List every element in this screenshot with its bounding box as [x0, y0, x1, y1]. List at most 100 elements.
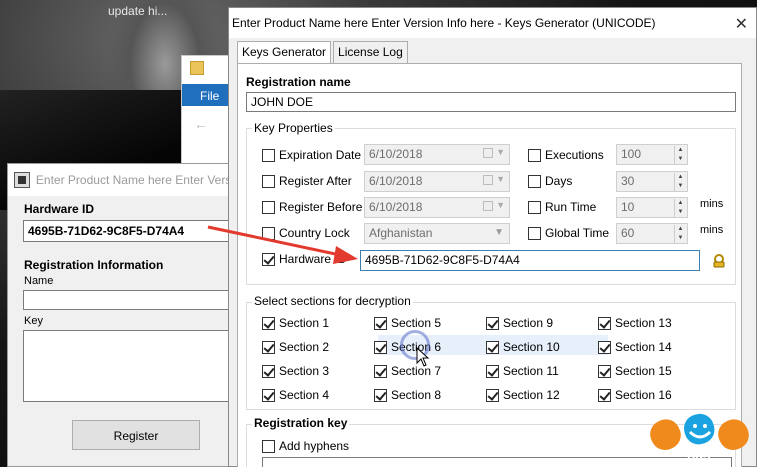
section-checkbox[interactable]: Section 13: [598, 316, 672, 330]
section-checkbox[interactable]: Section 12: [486, 388, 560, 402]
section-checkbox[interactable]: Section 2: [262, 340, 329, 354]
section-checkbox[interactable]: Section 1: [262, 316, 329, 330]
expiration-date-checkbox[interactable]: Expiration Date: [262, 148, 361, 162]
country-lock-checkbox[interactable]: Country Lock: [262, 226, 350, 240]
section-checkbox[interactable]: Section 16: [598, 388, 672, 402]
register-after-value: 6/10/2018: [369, 174, 423, 188]
registration-window[interactable]: Enter Product Name here Enter Versi Hard…: [7, 163, 236, 467]
chevron-down-icon: ▼: [496, 200, 505, 210]
section-label: Section 1: [279, 316, 330, 330]
back-arrow-icon[interactable]: ←: [194, 116, 208, 132]
country-lock-value: Afghanistan: [369, 226, 433, 240]
section-checkbox[interactable]: Section 15: [598, 364, 672, 378]
keygen-titlebar[interactable]: Enter Product Name here Enter Version In…: [229, 8, 756, 38]
section-box[interactable]: [374, 388, 387, 402]
days-checkbox[interactable]: Days: [528, 174, 572, 188]
section-box[interactable]: [598, 340, 611, 354]
section-box[interactable]: [262, 340, 275, 354]
key-icon[interactable]: [711, 253, 727, 269]
section-checkbox[interactable]: Section 5: [374, 316, 441, 330]
expiration-date-picker[interactable]: 6/10/2018 ▼: [364, 144, 510, 165]
country-lock-box[interactable]: [262, 226, 275, 240]
registration-name-label: Registration name: [246, 75, 351, 89]
mouse-pointer-icon: [416, 347, 430, 367]
run-time-box[interactable]: [528, 200, 541, 214]
name-field[interactable]: [23, 290, 236, 310]
key-field[interactable]: [23, 330, 236, 402]
section-checkbox[interactable]: Section 10: [486, 340, 560, 354]
register-before-checkbox[interactable]: Register Before: [262, 200, 362, 214]
register-before-label: Register Before: [279, 200, 363, 214]
section-checkbox[interactable]: Section 8: [374, 388, 441, 402]
global-time-spinner[interactable]: 60 ▲ ▼: [616, 223, 688, 244]
section-box[interactable]: [374, 364, 387, 378]
section-box[interactable]: [598, 316, 611, 330]
tab-keys-generator[interactable]: Keys Generator: [237, 41, 332, 64]
section-checkbox[interactable]: Section 11: [486, 364, 559, 378]
calendar-icon: [483, 148, 493, 158]
days-box[interactable]: [528, 174, 541, 188]
section-label: Section 13: [615, 316, 672, 330]
register-button[interactable]: Register: [72, 420, 200, 450]
name-label: Name: [24, 275, 54, 287]
global-time-checkbox[interactable]: Global Time: [528, 226, 609, 240]
add-hyphens-box[interactable]: [262, 439, 275, 453]
section-checkbox[interactable]: Section 7: [374, 364, 441, 378]
section-box[interactable]: [598, 364, 611, 378]
registration-name-input[interactable]: JOHN DOE: [246, 92, 736, 112]
register-after-box[interactable]: [262, 174, 275, 188]
spinner-arrows-icon[interactable]: ▲ ▼: [674, 225, 686, 243]
run-time-spinner[interactable]: 10 ▲ ▼: [616, 197, 688, 218]
section-box[interactable]: [598, 388, 611, 402]
expiration-date-box[interactable]: [262, 148, 275, 162]
spinner-arrows-icon[interactable]: ▲ ▼: [674, 199, 686, 217]
executions-spinner[interactable]: 100 ▲ ▼: [616, 144, 688, 165]
tab-license-log[interactable]: License Log: [333, 41, 408, 64]
hardware-id-field[interactable]: 4695B-71D62-9C8F5-D74A4: [23, 220, 236, 242]
section-box[interactable]: [374, 316, 387, 330]
country-lock-select[interactable]: Afghanistan ▼: [364, 223, 510, 244]
section-label: Section 16: [615, 388, 672, 402]
section-label: Section 12: [503, 388, 560, 402]
register-after-checkbox[interactable]: Register After: [262, 174, 352, 188]
keys-generator-window[interactable]: Enter Product Name here Enter Version In…: [228, 7, 757, 467]
section-checkbox[interactable]: Section 3: [262, 364, 329, 378]
section-checkbox[interactable]: Section 14: [598, 340, 672, 354]
add-hyphens-label: Add hyphens: [279, 439, 350, 453]
run-time-checkbox[interactable]: Run Time: [528, 200, 596, 214]
executions-checkbox[interactable]: Executions: [528, 148, 604, 162]
run-time-label: Run Time: [545, 200, 597, 214]
folder-icon: [190, 61, 204, 75]
executions-box[interactable]: [528, 148, 541, 162]
spinner-arrows-icon[interactable]: ▲ ▼: [674, 146, 686, 164]
global-time-unit: mins: [700, 224, 724, 236]
registration-window-title: Enter Product Name here Enter Versi: [35, 173, 234, 187]
section-box[interactable]: [262, 316, 275, 330]
days-spinner[interactable]: 30 ▲ ▼: [616, 171, 688, 192]
section-box[interactable]: [486, 340, 499, 354]
section-box[interactable]: [486, 364, 499, 378]
section-box[interactable]: [486, 316, 499, 330]
desktop-corner-text: update hi...: [108, 4, 168, 18]
registration-window-titlebar[interactable]: Enter Product Name here Enter Versi: [8, 164, 234, 196]
register-after-picker[interactable]: 6/10/2018 ▼: [364, 171, 510, 192]
section-checkbox[interactable]: Section 4: [262, 388, 329, 402]
executions-value: 100: [621, 147, 642, 161]
hardware-id-box[interactable]: [262, 252, 275, 266]
section-box[interactable]: [262, 388, 275, 402]
spinner-arrows-icon[interactable]: ▲ ▼: [674, 173, 686, 191]
section-box[interactable]: [374, 340, 387, 354]
key-label: Key: [24, 315, 43, 327]
register-before-box[interactable]: [262, 200, 275, 214]
register-before-picker[interactable]: 6/10/2018 ▼: [364, 197, 510, 218]
tab-strip: Keys Generator License Log: [237, 41, 410, 64]
section-box[interactable]: [486, 388, 499, 402]
section-checkbox[interactable]: Section 9: [486, 316, 553, 330]
hardware-id-input[interactable]: 4695B-71D62-9C8F5-D74A4: [360, 250, 700, 271]
hardware-id-checkbox[interactable]: Hardware ID: [262, 252, 346, 266]
global-time-box[interactable]: [528, 226, 541, 240]
global-time-value: 60: [621, 226, 635, 240]
add-hyphens-checkbox[interactable]: Add hyphens: [262, 439, 349, 453]
close-icon[interactable]: ✕: [735, 14, 748, 34]
section-box[interactable]: [262, 364, 275, 378]
